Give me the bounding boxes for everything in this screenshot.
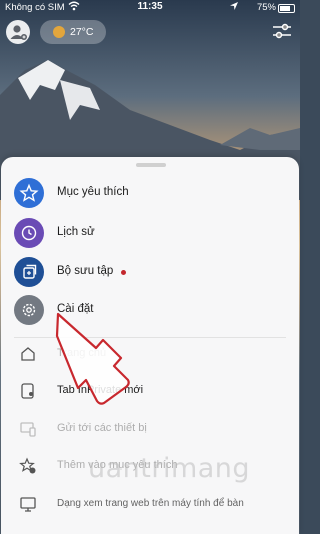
page-settings-icon[interactable] — [272, 22, 292, 40]
profile-avatar-button[interactable] — [6, 20, 30, 44]
menu-item-history[interactable]: Lịch sử — [1, 215, 299, 251]
menu-item-label: Gửi tới các thiết bị — [57, 422, 147, 434]
menu-item-desktop-view[interactable]: Dạng xem trang web trên máy tính để bàn — [1, 489, 299, 519]
inprivate-tab-icon — [21, 383, 34, 399]
send-device-icon — [20, 422, 36, 437]
notification-dot — [121, 270, 126, 275]
menu-item-label: Dạng xem trang web trên máy tính để bàn — [57, 498, 244, 509]
star-icon — [14, 178, 44, 208]
person-icon — [10, 25, 27, 40]
location-icon — [230, 2, 238, 10]
clock: 11:35 — [137, 1, 163, 12]
weather-temperature: 27°C — [70, 26, 94, 38]
menu-item-label: Trang chủ — [57, 347, 107, 359]
menu-item-collections[interactable]: Bộ sưu tập — [1, 254, 299, 290]
gear-icon — [14, 295, 44, 325]
history-icon — [14, 218, 44, 248]
menu-item-label: Tab InPrivate mới — [57, 384, 144, 396]
menu-item-label: Bộ sưu tập — [57, 265, 114, 277]
watermark-text: uantrimang — [88, 453, 251, 484]
sheet-handle[interactable] — [136, 163, 166, 167]
menu-item-inprivate-tab[interactable]: Tab InPrivate mới — [1, 376, 299, 406]
menu-item-send-to-devices[interactable]: Gửi tới các thiết bị — [1, 414, 299, 444]
add-favorite-icon — [19, 457, 36, 474]
menu-item-settings[interactable]: Cài đặt — [1, 292, 299, 328]
status-bar: Không có SIM 11:35 75% — [0, 0, 300, 16]
menu-item-label: Lịch sử — [57, 226, 95, 238]
battery-percent: 75% — [256, 2, 276, 13]
menu-item-home[interactable]: Trang chủ — [1, 339, 299, 369]
battery-icon — [278, 4, 295, 13]
weather-widget[interactable]: 27°C — [40, 20, 106, 44]
menu-item-label: Mục yêu thích — [57, 186, 129, 198]
divider — [14, 337, 286, 338]
collections-icon — [14, 257, 44, 287]
home-icon — [21, 347, 35, 361]
menu-item-label: Cài đặt — [57, 303, 94, 315]
menu-item-favorites[interactable]: Mục yêu thích — [1, 175, 299, 211]
desktop-icon — [20, 497, 36, 512]
sun-icon — [53, 26, 65, 38]
